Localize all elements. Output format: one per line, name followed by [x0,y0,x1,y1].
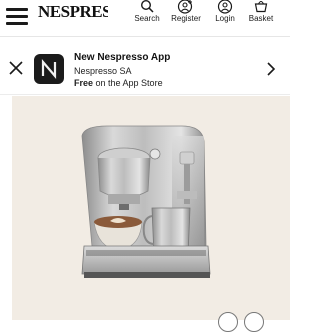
app-banner: New Nespresso App Nespresso SA Free on t… [0,42,290,95]
banner-price-store: on the App Store [93,78,163,88]
register-label: Register [171,14,201,23]
basket-label: Basket [248,14,274,23]
nespresso-app-icon[interactable] [34,54,64,84]
top-header: NESPRESSO Search Register Login Basket [0,0,290,40]
register-button[interactable]: Register [166,0,206,32]
login-label: Login [215,14,235,23]
login-button[interactable]: Login [205,0,245,32]
close-icon[interactable] [8,60,24,76]
register-icon [177,0,193,14]
search-button[interactable]: Search [127,0,167,32]
banner-publisher: Nespresso SA [74,66,132,76]
product-hero [12,96,290,320]
hamburger-menu-button[interactable] [6,5,32,27]
chevron-right-icon[interactable] [266,62,276,76]
banner-price: Free on the App Store [74,78,163,88]
search-label: Search [134,14,160,23]
basket-button[interactable]: Basket [241,0,281,32]
banner-title: New Nespresso App [74,52,171,63]
carousel-dot[interactable] [244,312,264,332]
nespresso-n-logo-icon [41,59,57,79]
login-icon [217,0,233,14]
banner-price-free: Free [74,78,94,88]
header-divider [0,36,290,37]
carousel-dot[interactable] [218,312,238,332]
search-icon [141,0,154,13]
basket-icon [254,0,268,13]
espresso-machine-image [81,125,211,278]
nespresso-logo[interactable]: NESPRESSO [38,2,108,22]
